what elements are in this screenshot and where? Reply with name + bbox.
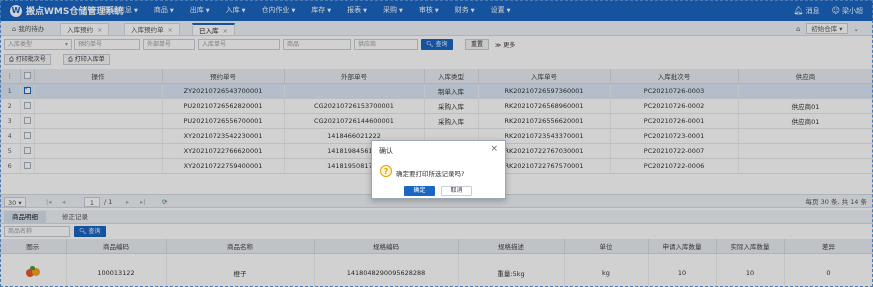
screen-frame [0,0,873,287]
